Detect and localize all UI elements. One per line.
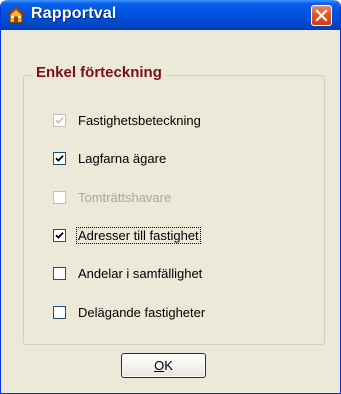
checkbox[interactable]	[53, 113, 66, 127]
option-label: Andelar i samfällighet	[78, 265, 203, 281]
option-label: Tomträttshavare	[78, 189, 172, 205]
option-label: Fastighetsbeteckning	[78, 112, 201, 128]
group-legend: Enkel förteckning	[33, 64, 165, 81]
close-button[interactable]	[311, 5, 332, 26]
option-andelar-i-samfallighet[interactable]: Andelar i samfällighet	[53, 263, 204, 283]
option-label: Adresser till fastighet	[76, 226, 201, 244]
ok-label-rest: K	[164, 358, 173, 373]
option-lagfarna-agare[interactable]: Lagfarna ägare	[53, 148, 168, 168]
option-fastighetsbeteckning[interactable]: Fastighetsbeteckning	[53, 110, 203, 130]
home-icon	[6, 6, 26, 24]
title-bar[interactable]: Rapportval	[1, 0, 340, 30]
checkbox[interactable]	[53, 190, 66, 204]
option-adresser-till-fastighet[interactable]: Adresser till fastighet	[53, 225, 201, 245]
option-label: Lagfarna ägare	[78, 150, 167, 166]
option-tomtrattshavare[interactable]: Tomträttshavare	[53, 187, 173, 207]
checkbox[interactable]	[53, 151, 66, 165]
checkbox[interactable]	[53, 228, 66, 242]
checkbox[interactable]	[53, 305, 66, 319]
ok-button[interactable]: OK	[121, 353, 206, 378]
checkbox[interactable]	[53, 266, 66, 280]
option-delagande-fastigheter[interactable]: Delägande fastigheter	[53, 302, 207, 322]
ok-accelerator: O	[154, 358, 165, 373]
window-title: Rapportval	[31, 5, 117, 22]
option-label: Delägande fastigheter	[78, 304, 206, 320]
dialog-window: Rapportval Enkel förteckning Fastighetsb…	[0, 0, 341, 394]
